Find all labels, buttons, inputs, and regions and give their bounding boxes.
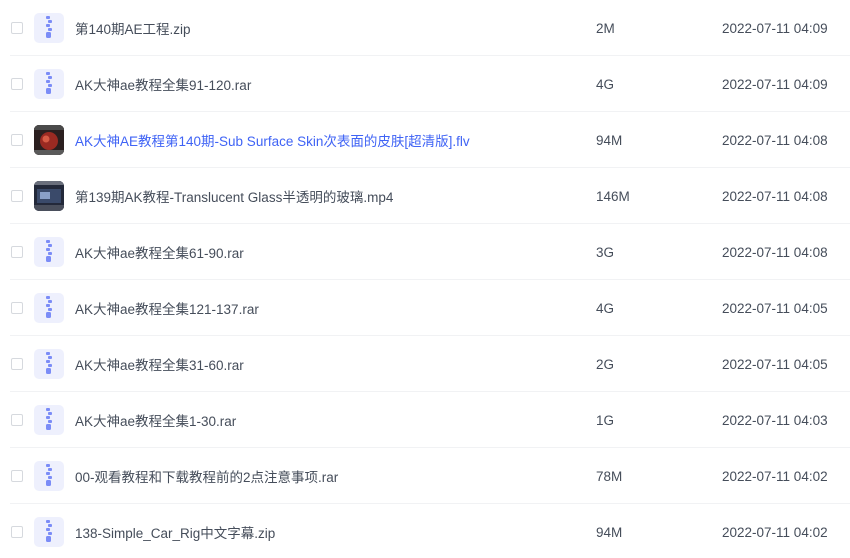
file-modified-time: 2022-07-11 04:03 xyxy=(722,412,828,428)
file-name[interactable]: AK大神ae教程全集91-120.rar xyxy=(75,74,251,94)
file-name[interactable]: AK大神ae教程全集31-60.rar xyxy=(75,354,244,374)
file-size: 2G xyxy=(596,356,615,372)
file-size: 1G xyxy=(596,412,615,428)
file-modified-time: 2022-07-11 04:08 xyxy=(722,132,828,148)
file-modified-time: 2022-07-11 04:02 xyxy=(722,468,828,484)
file-modified-time: 2022-07-11 04:05 xyxy=(722,300,828,316)
archive-icon xyxy=(34,517,64,547)
archive-icon xyxy=(34,69,64,99)
file-row[interactable]: AK大神AE教程第140期-Sub Surface Skin次表面的皮肤[超清版… xyxy=(0,112,850,168)
file-row[interactable]: 138-Simple_Car_Rig中文字幕.zip 94M 2022-07-1… xyxy=(0,504,850,558)
row-checkbox[interactable] xyxy=(11,78,23,90)
file-name[interactable]: 第139期AK教程-Translucent Glass半透明的玻璃.mp4 xyxy=(75,186,393,206)
file-modified-time: 2022-07-11 04:08 xyxy=(722,188,828,204)
row-checkbox[interactable] xyxy=(11,134,23,146)
row-checkbox[interactable] xyxy=(11,414,23,426)
file-size: 4G xyxy=(596,300,615,316)
file-row[interactable]: 第140期AE工程.zip 2M 2022-07-11 04:09 xyxy=(0,0,850,56)
file-name[interactable]: 第140期AE工程.zip xyxy=(75,18,191,38)
archive-icon xyxy=(34,405,64,435)
archive-icon xyxy=(34,237,64,267)
file-size: 3G xyxy=(596,244,615,260)
file-size: 94M xyxy=(596,132,623,148)
file-modified-time: 2022-07-11 04:09 xyxy=(722,20,828,36)
file-modified-time: 2022-07-11 04:09 xyxy=(722,76,828,92)
file-row[interactable]: AK大神ae教程全集91-120.rar 4G 2022-07-11 04:09 xyxy=(0,56,850,112)
file-name[interactable]: 138-Simple_Car_Rig中文字幕.zip xyxy=(75,522,275,542)
file-name[interactable]: AK大神ae教程全集61-90.rar xyxy=(75,242,244,262)
file-row[interactable]: 00-观看教程和下载教程前的2点注意事项.rar 78M 2022-07-11 … xyxy=(0,448,850,504)
row-checkbox[interactable] xyxy=(11,190,23,202)
row-checkbox[interactable] xyxy=(11,526,23,538)
row-checkbox[interactable] xyxy=(11,22,23,34)
video-thumbnail-icon xyxy=(34,181,64,211)
file-size: 94M xyxy=(596,524,623,540)
file-size: 78M xyxy=(596,468,623,484)
file-row[interactable]: AK大神ae教程全集31-60.rar 2G 2022-07-11 04:05 xyxy=(0,336,850,392)
file-modified-time: 2022-07-11 04:08 xyxy=(722,244,828,260)
video-thumbnail-icon xyxy=(34,125,64,155)
file-size: 146M xyxy=(596,188,630,204)
file-size: 4G xyxy=(596,76,615,92)
file-row[interactable]: AK大神ae教程全集61-90.rar 3G 2022-07-11 04:08 xyxy=(0,224,850,280)
archive-icon xyxy=(34,461,64,491)
file-name[interactable]: AK大神ae教程全集1-30.rar xyxy=(75,410,236,430)
file-row[interactable]: 第139期AK教程-Translucent Glass半透明的玻璃.mp4 14… xyxy=(0,168,850,224)
archive-icon xyxy=(34,293,64,323)
file-row[interactable]: AK大神ae教程全集1-30.rar 1G 2022-07-11 04:03 xyxy=(0,392,850,448)
file-name[interactable]: AK大神ae教程全集121-137.rar xyxy=(75,298,259,318)
archive-icon xyxy=(34,349,64,379)
file-name[interactable]: 00-观看教程和下载教程前的2点注意事项.rar xyxy=(75,466,338,486)
file-list: 第140期AE工程.zip 2M 2022-07-11 04:09 AK大神ae… xyxy=(0,0,850,558)
file-modified-time: 2022-07-11 04:02 xyxy=(722,524,828,540)
file-modified-time: 2022-07-11 04:05 xyxy=(722,356,828,372)
file-name[interactable]: AK大神AE教程第140期-Sub Surface Skin次表面的皮肤[超清版… xyxy=(75,130,470,150)
row-checkbox[interactable] xyxy=(11,302,23,314)
archive-icon xyxy=(34,13,64,43)
file-row[interactable]: AK大神ae教程全集121-137.rar 4G 2022-07-11 04:0… xyxy=(0,280,850,336)
row-checkbox[interactable] xyxy=(11,470,23,482)
row-checkbox[interactable] xyxy=(11,246,23,258)
row-checkbox[interactable] xyxy=(11,358,23,370)
file-size: 2M xyxy=(596,20,615,36)
